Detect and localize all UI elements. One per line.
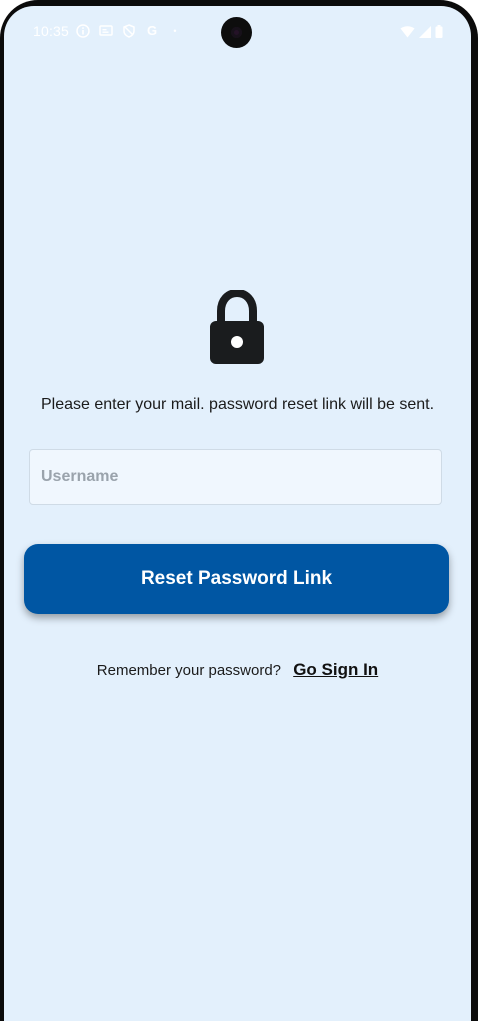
reset-password-button[interactable]: Reset Password Link	[24, 544, 449, 614]
front-camera	[221, 17, 252, 48]
username-input[interactable]	[29, 449, 442, 505]
lock-icon	[210, 290, 264, 364]
instruction-text: Please enter your mail. password reset l…	[40, 396, 435, 413]
cast-icon	[99, 24, 113, 38]
status-icons-right	[400, 25, 443, 43]
remember-password-prompt: Remember your password?	[96, 662, 282, 679]
screen: 10:35 G • Please enter your mail. passwo…	[4, 6, 471, 1021]
device-frame: 10:35 G • Please enter your mail. passwo…	[0, 0, 478, 1021]
status-time: 10:35	[33, 23, 70, 39]
google-icon: G	[146, 23, 158, 38]
info-icon	[76, 24, 90, 38]
signal-icon	[419, 25, 431, 43]
dot-icon: •	[173, 26, 177, 36]
signin-row: Remember your password? Go Sign In	[4, 660, 471, 680]
status-bar: 10:35 G •	[4, 6, 471, 58]
status-icons-left: G •	[76, 24, 182, 38]
wifi-icon	[400, 25, 415, 43]
go-sign-in-link[interactable]: Go Sign In	[293, 660, 378, 679]
battery-icon	[435, 25, 443, 43]
shield-icon	[122, 24, 136, 38]
